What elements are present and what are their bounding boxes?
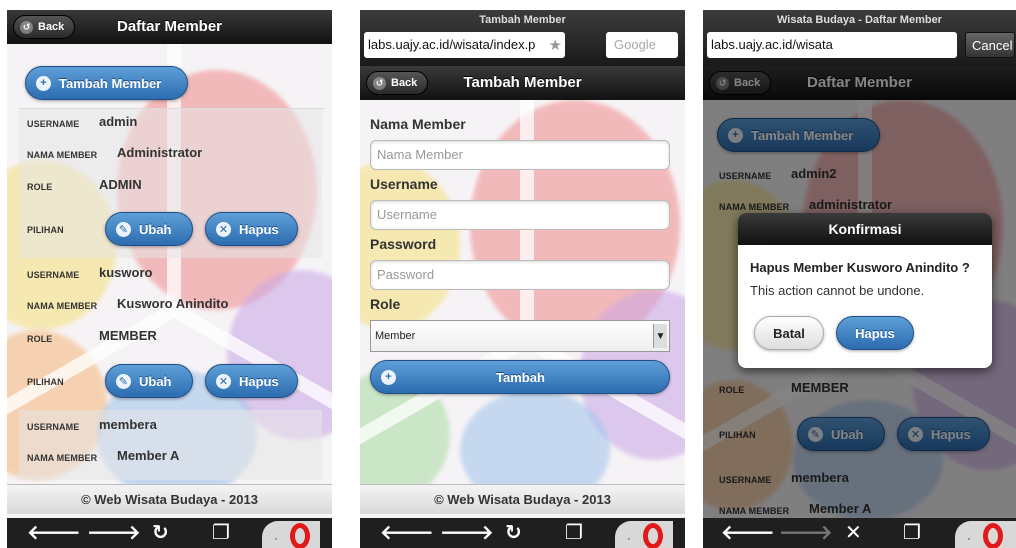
tabs-icon[interactable]: ❐ — [565, 522, 583, 544]
pencil-icon: ✎ — [116, 373, 131, 389]
role-label: ROLE — [27, 182, 53, 192]
edit-button[interactable]: ✎ Ubah — [105, 212, 193, 246]
opera-menu-icon[interactable]: · — [955, 521, 1016, 548]
window-title: Tambah Member — [479, 14, 566, 26]
browser-navbar: 🡐 🡒 ↻ ❐ · — [7, 518, 332, 548]
nama-member-label: Nama Member — [370, 116, 466, 132]
username-label: Username — [370, 176, 438, 192]
reload-icon[interactable]: ↻ — [505, 522, 522, 544]
arrow-right-icon[interactable]: 🡒 — [779, 522, 833, 544]
role-value: MEMBER — [99, 328, 157, 343]
pilihan-label: PILIHAN — [27, 225, 64, 235]
page-title: Tambah Member — [463, 74, 582, 91]
username-label: USERNAME — [27, 422, 80, 432]
dialog-message: This action cannot be undone. — [750, 283, 925, 298]
star-icon[interactable]: ★ — [549, 36, 562, 54]
add-member-button[interactable]: + Tambah Member — [25, 66, 188, 100]
phone-daftar-member: ↺ Back Daftar Member + Tambah Member USE… — [7, 10, 332, 548]
url-field[interactable]: labs.uajy.ac.id/wisata/index.p ★ — [364, 32, 565, 58]
chevron-down-icon: ▼ — [653, 324, 667, 348]
url-field[interactable]: labs.uajy.ac.id/wisata — [707, 32, 957, 58]
browser-address-bar: Tambah Member labs.uajy.ac.id/wisata/ind… — [360, 10, 685, 66]
pencil-icon: ✎ — [116, 221, 131, 237]
edit-button[interactable]: ✎ Ubah — [105, 364, 193, 398]
close-icon: ✕ — [216, 373, 231, 389]
tabs-icon[interactable]: ❐ — [212, 522, 230, 544]
nama-member-value: Administrator — [117, 145, 203, 160]
search-field[interactable]: Google — [606, 32, 678, 58]
page-header: ↺ Back Daftar Member — [7, 10, 332, 44]
window-title: Wisata Budaya - Daftar Member — [777, 14, 942, 26]
username-value: admin — [99, 114, 138, 129]
hapus-confirm-button[interactable]: Hapus — [836, 316, 914, 350]
nama-member-label: NAMA MEMBER — [27, 453, 98, 463]
page-title: Daftar Member — [116, 18, 223, 35]
password-input[interactable]: Password — [370, 260, 670, 290]
username-label: USERNAME — [27, 119, 80, 129]
tabs-icon[interactable]: ❐ — [903, 522, 921, 544]
dialog-question: Hapus Member Kusworo Anindito ? — [750, 260, 970, 275]
delete-button[interactable]: ✕ Hapus — [205, 212, 298, 246]
stop-icon[interactable]: ✕ — [845, 522, 862, 544]
username-label: USERNAME — [27, 270, 80, 280]
member-card — [19, 410, 322, 480]
nama-member-value: Member A — [117, 448, 180, 463]
nama-member-label: NAMA MEMBER — [27, 150, 98, 160]
page-footer: © Web Wisata Budaya - 2013 — [7, 484, 332, 514]
arrow-right-icon[interactable]: 🡒 — [440, 522, 494, 544]
plus-icon: + — [36, 75, 51, 91]
cancel-button[interactable]: Cancel — [965, 32, 1015, 58]
username-value: kusworo — [99, 265, 153, 280]
page-footer: © Web Wisata Budaya - 2013 — [360, 484, 685, 514]
role-select[interactable]: Member ▼ — [370, 320, 670, 352]
browser-navbar: 🡐 🡒 ✕ ❐ · — [703, 518, 1016, 548]
password-label: Password — [370, 236, 437, 252]
phone-tambah-member: Tambah Member labs.uajy.ac.id/wisata/ind… — [360, 10, 685, 548]
page-header: ↺ Back Tambah Member — [360, 66, 685, 100]
arrow-left-icon[interactable]: 🡐 — [380, 522, 434, 544]
arrow-right-icon[interactable]: 🡒 — [87, 522, 141, 544]
nama-member-label: NAMA MEMBER — [27, 301, 98, 311]
confirm-dialog: Konfirmasi Hapus Member Kusworo Anindito… — [738, 213, 992, 368]
arrow-left-icon[interactable]: 🡐 — [27, 522, 81, 544]
arrow-left-icon[interactable]: 🡐 — [721, 522, 775, 544]
batal-button[interactable]: Batal — [754, 316, 824, 350]
role-label: Role — [370, 296, 401, 312]
dialog-title: Konfirmasi — [738, 213, 992, 245]
opera-menu-icon[interactable]: · — [615, 521, 673, 548]
phone-konfirmasi-hapus: Wisata Budaya - Daftar Member labs.uajy.… — [703, 10, 1016, 548]
reload-icon[interactable]: ↻ — [152, 522, 169, 544]
pilihan-label: PILIHAN — [27, 377, 64, 387]
nama-member-value: Kusworo Anindito — [117, 296, 229, 311]
username-input[interactable]: Username — [370, 200, 670, 230]
opera-menu-icon[interactable]: · — [262, 521, 320, 548]
username-value: membera — [99, 417, 157, 432]
role-label: ROLE — [27, 334, 53, 344]
tambah-button[interactable]: + Tambah — [370, 360, 670, 394]
close-icon: ✕ — [216, 221, 231, 237]
plus-icon: + — [381, 369, 396, 385]
browser-navbar: 🡐 🡒 ↻ ❐ · — [360, 518, 685, 548]
nama-member-input[interactable]: Nama Member — [370, 140, 670, 170]
browser-address-bar: Wisata Budaya - Daftar Member labs.uajy.… — [703, 10, 1016, 66]
role-value: ADMIN — [99, 177, 142, 192]
delete-button[interactable]: ✕ Hapus — [205, 364, 298, 398]
